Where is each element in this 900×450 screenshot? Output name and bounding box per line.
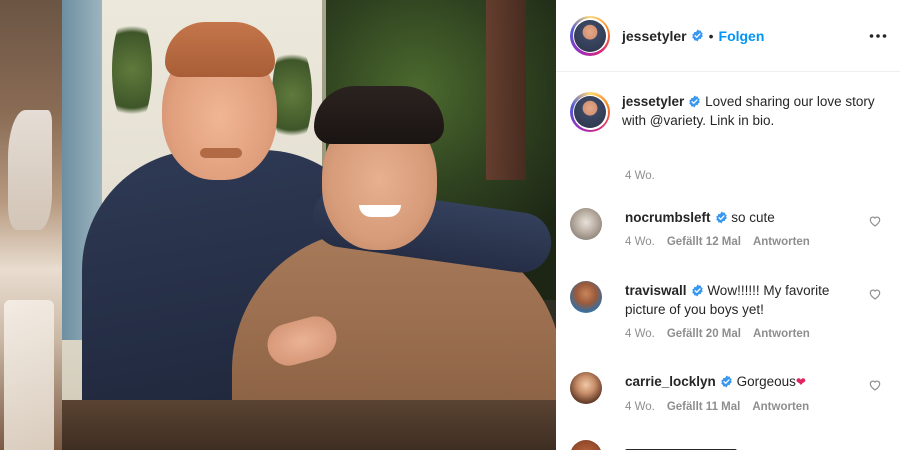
comment-likes[interactable]: Gefällt 11 Mal: [667, 401, 741, 413]
comment-likes[interactable]: Gefällt 20 Mal: [667, 328, 741, 340]
comment-message: Gorgeous: [736, 374, 796, 389]
avatar-inner: [572, 18, 608, 53]
comment-text: traviswall Wow!!!!!! My favorite picture…: [625, 281, 855, 319]
prev-image-sheet: [4, 300, 54, 450]
caption-timestamp[interactable]: 4 Wo.: [625, 170, 655, 182]
author-username[interactable]: jessetyler: [622, 28, 687, 44]
prev-image-cloth: [8, 110, 52, 230]
previous-post-image: [0, 0, 62, 450]
heart-emoji: ❤: [795, 375, 806, 389]
comment-item: carrie_locklyn Gorgeous❤ 4 Wo. Gefällt 11…: [570, 372, 890, 413]
comment-time[interactable]: 4 Wo.: [625, 401, 655, 413]
header-separator: •: [708, 27, 714, 44]
verified-badge-icon: [689, 95, 701, 108]
caption-username[interactable]: jessetyler: [622, 94, 684, 109]
post-header: jessetyler • Folgen: [556, 0, 900, 72]
comment-username[interactable]: carrie_locklyn: [625, 374, 716, 389]
verified-badge-icon: [721, 375, 732, 388]
author-avatar[interactable]: [570, 15, 610, 56]
post-side-panel: jessetyler • Folgen jessetyler Loved sha…: [556, 0, 900, 450]
comment-message: so cute: [731, 210, 775, 225]
avatar-image: [574, 96, 606, 128]
comment-body: traviswall Wow!!!!!! My favorite picture…: [625, 281, 855, 340]
verified-badge-icon: [715, 211, 727, 224]
comment-item: nocrumbsleft so cute 4 Wo. Gefällt 12 Mal…: [570, 208, 890, 248]
avatar-inner: [572, 94, 608, 130]
caption-author-avatar[interactable]: [570, 92, 610, 132]
post-media[interactable]: [0, 0, 556, 450]
verified-badge-icon: [691, 284, 703, 297]
comment-text: carrie_locklyn Gorgeous❤: [625, 372, 855, 392]
comment-avatar[interactable]: [570, 281, 602, 313]
comment-avatar[interactable]: [570, 372, 602, 404]
comment-time[interactable]: 4 Wo.: [625, 236, 655, 248]
photo-ivy: [112, 10, 152, 130]
photo-brick-post: [486, 0, 526, 180]
comment-username[interactable]: nocrumbsleft: [625, 210, 711, 225]
caption-text: jessetyler Loved sharing our love story …: [622, 92, 882, 132]
heart-outline-icon[interactable]: [868, 214, 882, 228]
comment-body: carrie_locklyn Gorgeous❤ 4 Wo. Gefällt 11…: [625, 372, 855, 413]
heart-outline-icon[interactable]: [868, 287, 882, 301]
photo-ivy: [272, 40, 312, 150]
more-options-icon[interactable]: [868, 26, 888, 46]
comment-text: nocrumbsleft so cute: [625, 208, 855, 227]
avatar-image: [574, 19, 606, 52]
comment-time[interactable]: 4 Wo.: [625, 328, 655, 340]
comment-username[interactable]: traviswall: [625, 283, 687, 298]
person-right-smile: [359, 205, 401, 217]
comment-meta: 4 Wo. Gefällt 20 Mal Antworten: [625, 328, 855, 340]
comment-item: traviswall Wow!!!!!! My favorite picture…: [570, 281, 890, 340]
comment-likes[interactable]: Gefällt 12 Mal: [667, 236, 741, 248]
reply-button[interactable]: Antworten: [752, 401, 809, 413]
comment-meta: 4 Wo. Gefällt 11 Mal Antworten: [625, 401, 855, 413]
comment-body: nocrumbsleft so cute 4 Wo. Gefällt 12 Mal…: [625, 208, 855, 248]
comment-avatar[interactable]: [570, 440, 602, 450]
post-caption: jessetyler Loved sharing our love story …: [570, 92, 890, 182]
reply-button[interactable]: Antworten: [753, 236, 810, 248]
comment-meta: 4 Wo. Gefällt 12 Mal Antworten: [625, 236, 855, 248]
photo-legs: [62, 400, 556, 450]
reply-button[interactable]: Antworten: [753, 328, 810, 340]
comment-item-partial: [570, 440, 737, 450]
verified-badge-icon: [691, 29, 703, 42]
person-left-mustache: [200, 148, 242, 158]
person-left-hair: [165, 22, 275, 77]
comment-avatar[interactable]: [570, 208, 602, 240]
heart-outline-icon[interactable]: [868, 378, 882, 392]
follow-button[interactable]: Folgen: [719, 28, 765, 44]
post-photo: [62, 0, 556, 450]
person-right-hair: [314, 86, 444, 144]
